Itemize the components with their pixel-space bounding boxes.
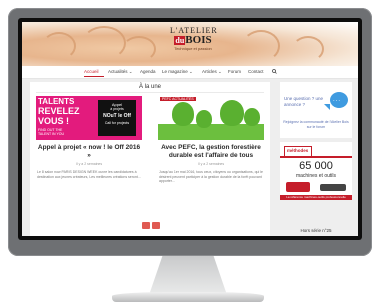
article-title-2[interactable]: Avec PEFC, la gestion forestière durable…: [158, 144, 264, 160]
tree-shape: [220, 100, 244, 126]
image-text-vous: VOUS !: [38, 116, 70, 126]
magazine-issue-label[interactable]: Hors série n°25: [280, 228, 352, 233]
section-title: À la une: [138, 84, 162, 90]
drill-image: [286, 182, 310, 192]
article-title-1[interactable]: Appel à projet « now ! le Off 2016 »: [36, 144, 142, 160]
wood-shaving-decoration: [82, 26, 126, 60]
article-image-talents[interactable]: TALENTS REVELEZ VOUS ! FIND OUT THE TALE…: [36, 96, 142, 140]
article-meta-1: Il y a 2 semaines: [75, 162, 103, 166]
image-callout-box: Appel à projets NOuT le Off Call for pro…: [98, 100, 136, 136]
nav-forum[interactable]: Forum: [228, 69, 241, 74]
forum-question-text: Une question ? une annonce ?: [284, 96, 324, 107]
site-header: L'ATELIER duBOIS Technique et passion: [22, 22, 358, 66]
article-image-pefc[interactable]: PEFC ACTUALITÉS: [158, 96, 264, 140]
chat-bubble-tail: [324, 104, 330, 110]
ad-stripe: [280, 156, 352, 158]
image-text-talents: TALENTS: [38, 97, 75, 106]
logo-bois: BOIS: [185, 34, 212, 46]
nav-accueil[interactable]: Accueil: [84, 69, 99, 74]
forum-widget: Une question ? une annonce ? ... Rejoign…: [280, 82, 352, 138]
forum-link[interactable]: Rejoignez la communauté de l'Atelier Boi…: [283, 120, 349, 129]
ad-number: 65 000: [299, 160, 333, 172]
tree-shape: [172, 102, 194, 126]
nav-articles[interactable]: Articles ⌄: [202, 69, 222, 75]
search-icon[interactable]: [272, 69, 277, 75]
logo-line2: duBOIS: [170, 35, 216, 46]
callout-line2: à projets: [110, 107, 124, 111]
bubble-dots: ...: [333, 97, 342, 103]
chat-bubble-icon: ...: [330, 92, 348, 108]
nav-agenda[interactable]: Agenda: [140, 69, 156, 74]
section-divider: [36, 92, 264, 93]
main-navigation: Accueil Actualités ⌄ Agenda Le magazine …: [22, 66, 358, 79]
wood-shaving-decoration: [292, 36, 324, 62]
nav-magazine[interactable]: Le magazine ⌄: [162, 69, 193, 75]
tree-shape: [244, 108, 260, 126]
grass-area: [158, 124, 264, 140]
pager-next-button[interactable]: [152, 222, 160, 229]
monitor-bezel: L'ATELIER duBOIS Technique et passion Ac…: [18, 18, 362, 240]
tree-shape: [196, 110, 212, 128]
machines-ad[interactable]: méthodes 65 000 machines et outils La ré…: [280, 142, 352, 200]
wood-shaving-decoration: [42, 32, 76, 60]
logo-tagline: Technique et passion: [174, 46, 212, 51]
article-excerpt-2: Jusqu'au 1er mai 2016, tous ceux, citoye…: [159, 170, 263, 183]
callout-line3: NOuT le Off: [103, 113, 131, 119]
monitor-stand-base: [112, 292, 264, 302]
image-text-small: FIND OUT THE TALENT IN YOU: [38, 128, 65, 136]
main-content: À la une TALENTS REVELEZ VOUS ! FIND OUT…: [30, 82, 270, 236]
ad-brand: méthodes: [287, 148, 309, 153]
image-text-revelez: REVELEZ: [38, 106, 80, 116]
nav-active-underline: [84, 76, 104, 77]
sidebar: Une question ? une annonce ? ... Rejoign…: [280, 82, 352, 236]
logo-mark: du: [174, 36, 186, 45]
nav-contact[interactable]: Contact: [248, 69, 264, 74]
screen: L'ATELIER duBOIS Technique et passion Ac…: [22, 22, 358, 236]
saw-image: [320, 184, 346, 191]
wood-shaving-decoration: [122, 36, 156, 62]
article-tag: PEFC ACTUALITÉS: [160, 97, 196, 101]
ad-subtitle: machines et outils: [295, 173, 337, 179]
wood-shaving-decoration: [242, 30, 280, 62]
pager-prev-button[interactable]: [142, 222, 150, 229]
callout-line4: Call for projects: [104, 121, 130, 125]
ad-footer: La référence machines-outils professionn…: [280, 195, 352, 200]
site-logo[interactable]: L'ATELIER duBOIS Technique et passion: [170, 26, 217, 62]
article-meta-2: Il y a 2 semaines: [197, 162, 225, 166]
article-excerpt-1: Le 8 salon now PARIS DESIGN WEEK ouvre l…: [37, 170, 141, 179]
monitor: L'ATELIER duBOIS Technique et passion Ac…: [8, 8, 372, 256]
nav-actualites[interactable]: Actualités ⌄: [108, 69, 133, 75]
